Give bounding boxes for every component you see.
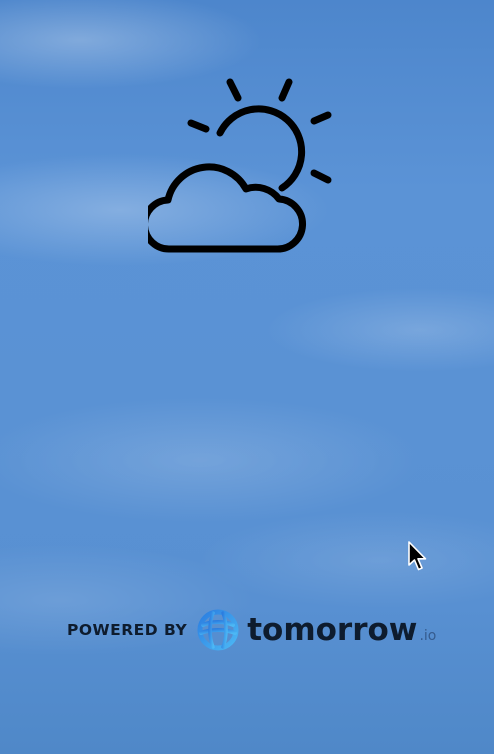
powered-by-label: POWERED BY (67, 621, 188, 639)
tomorrow-io-logo-icon (197, 609, 239, 651)
brand-tld: .io (419, 628, 437, 644)
mouse-pointer-icon (408, 541, 427, 571)
brand-name: tomorrow (247, 611, 418, 648)
powered-by-branding[interactable]: POWERED BY tomorrow .io (67, 608, 436, 652)
partly-cloudy-icon (148, 78, 332, 253)
